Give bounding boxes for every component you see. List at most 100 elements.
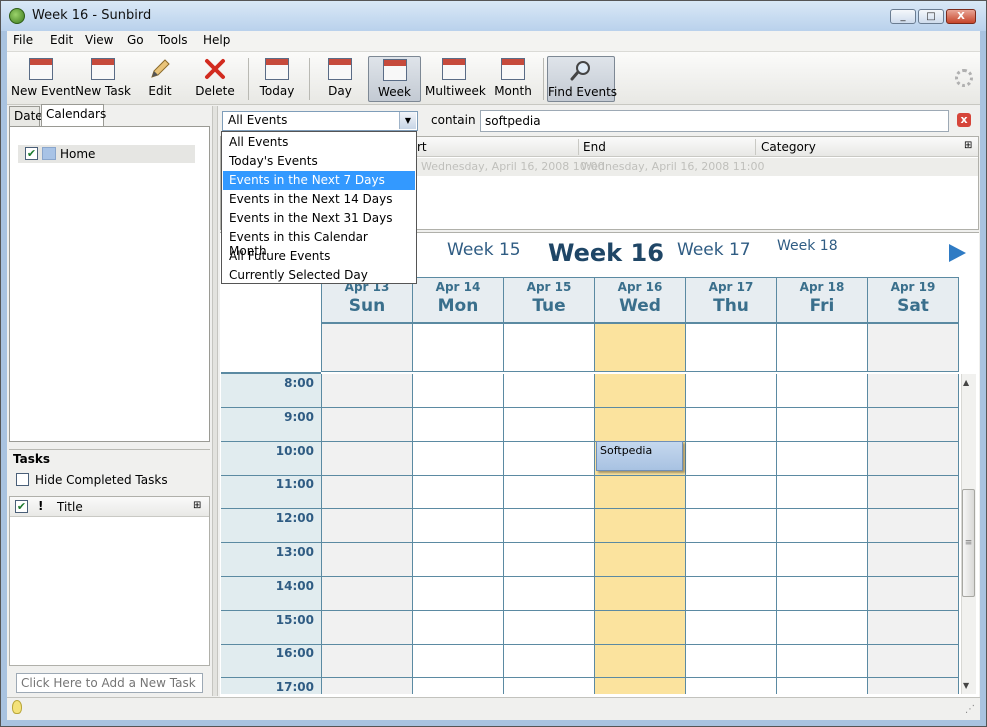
hide-completed-checkbox[interactable] [16,473,29,486]
tab-date[interactable]: Date [9,106,43,126]
day-name: Fri [809,296,835,316]
menu-tools[interactable]: Tools [158,33,188,47]
filter-option[interactable]: All Future Events [223,247,415,266]
day-view-icon [328,58,352,80]
hour-label: 10:00 [275,443,314,458]
week-next2-link[interactable]: Week 18 [777,238,838,254]
day-name: Tue [532,296,566,316]
resize-grip-icon[interactable]: ⋰ [965,704,975,715]
category-column[interactable]: Category [761,140,816,154]
filter-option[interactable]: Events in the Next 31 Days [223,209,415,228]
new-task-button[interactable]: New Task [75,56,131,102]
column-divider [578,139,579,155]
all-day-cell[interactable] [867,323,959,372]
minimize-button[interactable]: _ [890,9,916,24]
filter-option[interactable]: Today's Events [223,152,415,171]
calendar-color-swatch [42,147,56,160]
all-day-cell[interactable] [594,323,686,372]
week-view-button[interactable]: Week [368,56,421,102]
task-priority-column[interactable]: ! [38,499,43,513]
chevron-down-icon[interactable]: ▼ [399,112,416,129]
filter-option[interactable]: All Events [223,133,415,152]
delete-button[interactable]: Delete [193,56,237,102]
scroll-up-icon[interactable]: ▲ [963,378,969,387]
new-event-button[interactable]: New Event [11,56,75,102]
menu-edit[interactable]: Edit [50,33,73,47]
menu-view[interactable]: View [85,33,113,47]
hour-label: 17:00 [275,680,314,695]
hour-line [221,474,959,476]
month-view-button[interactable]: Month [491,56,535,102]
next-week-arrow-icon[interactable] [949,244,966,262]
pane-splitter[interactable] [212,106,218,696]
hour-line [221,508,959,510]
hour-label: 8:00 [284,376,314,390]
all-day-cell[interactable] [412,323,504,372]
all-day-cell[interactable] [321,323,413,372]
multiweek-view-icon [442,58,466,80]
month-view-icon [501,58,525,80]
week-prev-link[interactable]: Week 15 [447,240,521,260]
window-title: Week 16 - Sunbird [32,8,152,23]
multiweek-view-button[interactable]: Multiweek [425,56,486,102]
hour-label: 16:00 [275,646,314,661]
tasks-column-header: ✔ ! Title ⊞ [10,497,209,517]
today-button[interactable]: Today [255,56,299,102]
event-filter-select[interactable]: All Events [222,111,418,131]
tasks-heading: Tasks [13,452,51,466]
hour-line [221,677,959,679]
all-day-cell[interactable] [503,323,595,372]
calendar-home-checkbox[interactable]: ✔ [25,147,38,160]
filter-option[interactable]: Currently Selected Day [223,266,415,285]
all-day-cell[interactable] [776,323,868,372]
day-header-sat[interactable]: Apr 19 Sat [867,277,959,323]
day-column-sun[interactable] [321,374,413,694]
today-calendar-icon [265,58,289,80]
filter-option[interactable]: Events in the Next 7 Days [223,171,415,190]
new-event-icon [29,58,53,80]
start-column[interactable]: rt [417,140,427,154]
filter-option[interactable]: Events in the Next 14 Days [223,190,415,209]
menu-go[interactable]: Go [127,33,144,47]
day-column-sat[interactable] [867,374,959,694]
edit-button[interactable]: Edit [141,56,179,102]
menu-file[interactable]: File [13,33,33,47]
day-header-fri[interactable]: Apr 18 Fri [776,277,868,323]
column-picker-icon[interactable]: ⊞ [964,140,972,151]
menu-help[interactable]: Help [203,33,230,47]
scroll-down-icon[interactable]: ▼ [963,681,969,690]
day-header-mon[interactable]: Apr 14 Mon [412,277,504,323]
task-title-column[interactable]: Title [57,500,83,514]
all-day-cell[interactable] [685,323,777,372]
end-column[interactable]: End [583,140,606,154]
hide-completed-label: Hide Completed Tasks [35,473,168,487]
hour-line [221,407,959,408]
day-column-fri[interactable] [776,374,868,694]
day-column-mon[interactable] [412,374,504,694]
filter-option[interactable]: Events in this Calendar Month [223,228,415,258]
clear-search-icon[interactable]: x [957,113,971,127]
hour-label: 9:00 [284,409,314,424]
day-header-wed[interactable]: Apr 16 Wed [594,277,686,323]
maximize-button[interactable]: □ [918,9,944,24]
day-column-wed[interactable] [594,374,686,694]
day-view-button[interactable]: Day [321,56,359,102]
day-header-thu[interactable]: Apr 17 Thu [685,277,777,323]
search-input[interactable] [480,110,949,132]
column-divider [755,139,756,155]
task-done-column-icon[interactable]: ✔ [15,500,28,513]
day-header-tue[interactable]: Apr 15 Tue [503,277,595,323]
week-next-link[interactable]: Week 17 [677,240,751,260]
scrollbar-thumb[interactable]: ≡ [962,489,975,597]
close-button[interactable]: X [946,9,976,24]
column-picker-icon[interactable]: ⊞ [193,500,201,511]
activity-throbber-icon [955,69,973,87]
new-task-input[interactable] [16,673,203,693]
day-date: Apr 15 [526,280,572,294]
event-softpedia[interactable]: Softpedia [596,441,683,471]
day-column-thu[interactable] [685,374,777,694]
find-events-button[interactable]: Find Events [547,56,617,102]
day-column-tue[interactable] [503,374,595,694]
sunbird-app-icon [9,8,25,24]
tab-calendars[interactable]: Calendars [41,104,106,126]
